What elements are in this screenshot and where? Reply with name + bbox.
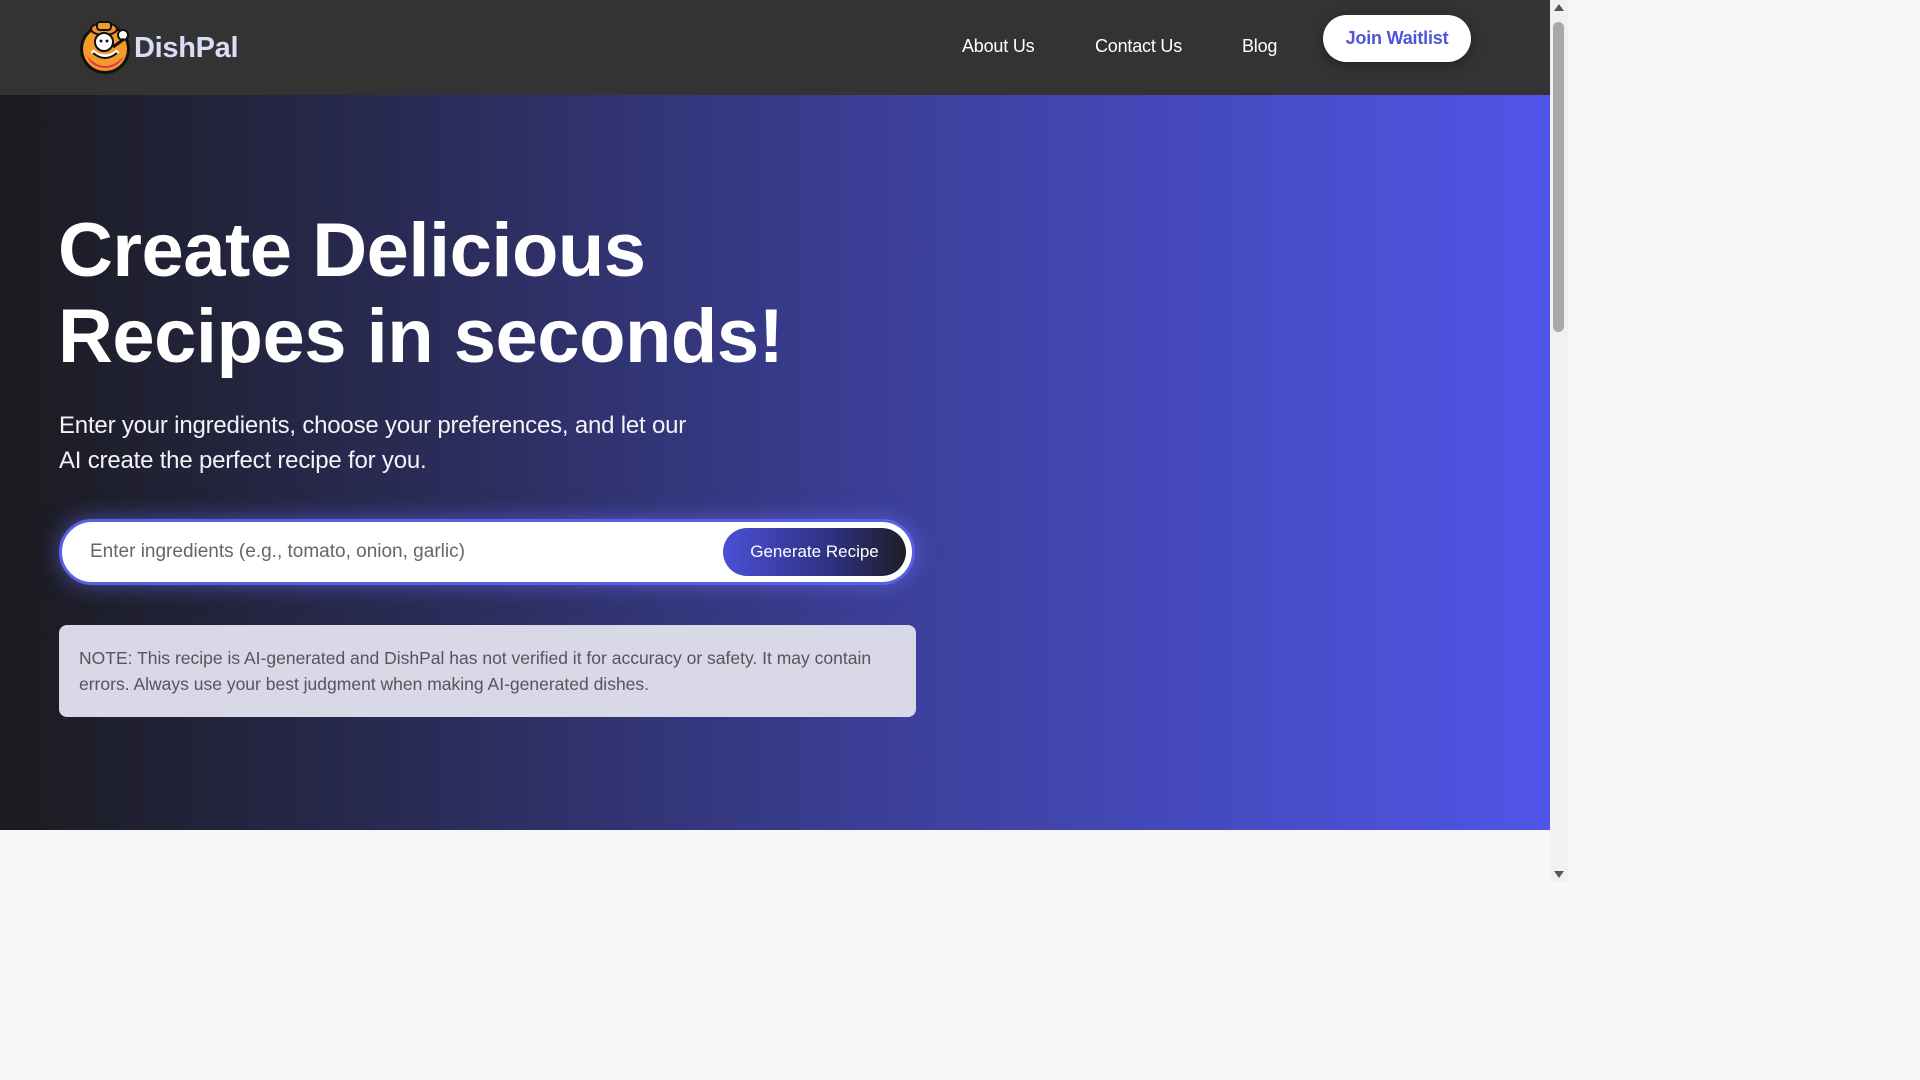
ingredients-search-bar: Generate Recipe — [59, 519, 915, 585]
scroll-down-arrow-icon[interactable] — [1554, 871, 1564, 878]
hero-title-line-1: Create Delicious — [58, 208, 646, 293]
hero-subtitle-line-2: AI create the perfect recipe for you. — [59, 447, 427, 474]
scroll-up-arrow-icon[interactable] — [1554, 4, 1564, 11]
brand-logo[interactable]: DishPal — [78, 18, 239, 76]
top-navbar: DishPal About Us Contact Us Blog Join Wa… — [0, 0, 1550, 95]
join-waitlist-button[interactable]: Join Waitlist — [1323, 15, 1471, 62]
scrollbar-thumb[interactable] — [1553, 22, 1564, 332]
page-content-below-hero — [0, 830, 1550, 882]
ingredients-input[interactable] — [90, 522, 710, 582]
ai-disclaimer-note: NOTE: This recipe is AI-generated and Di… — [59, 625, 916, 717]
nav-link-about-us[interactable]: About Us — [962, 36, 1035, 57]
nav-link-blog[interactable]: Blog — [1242, 36, 1277, 57]
hero-subtitle: Enter your ingredients, choose your pref… — [59, 408, 699, 478]
hero-title: Create Delicious Recipes in seconds! — [58, 208, 958, 380]
hero-title-line-2: Recipes in seconds! — [58, 294, 784, 379]
hero-section: Create Delicious Recipes in seconds! Ent… — [0, 95, 1550, 830]
generate-recipe-button[interactable]: Generate Recipe — [723, 528, 906, 576]
chef-mascot-icon — [80, 21, 130, 74]
vertical-scrollbar[interactable] — [1550, 0, 1568, 882]
brand-name: DishPal — [134, 31, 239, 64]
nav-link-contact-us[interactable]: Contact Us — [1095, 36, 1182, 57]
hero-subtitle-line-1: Enter your ingredients, choose your pref… — [59, 412, 687, 439]
